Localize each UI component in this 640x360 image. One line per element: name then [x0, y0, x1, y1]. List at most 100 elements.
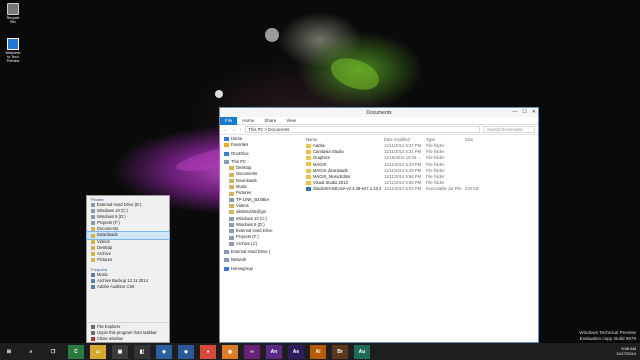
file-name-text: MAGIX_MusicEditor	[313, 173, 351, 179]
taskbar-task-view-button[interactable]: ❐	[46, 344, 60, 359]
folder-icon	[306, 162, 311, 167]
wallpaper-splash	[326, 52, 384, 96]
taskbar-chrome-button[interactable]: ●	[200, 344, 216, 359]
taskbar-visual-studio-button[interactable]: ∞	[244, 344, 260, 359]
file-name-text: Visual Studio 2013	[313, 180, 348, 186]
folder-icon	[306, 150, 311, 155]
taskbar-audition-button[interactable]: Au	[354, 344, 370, 359]
system-clock[interactable]: 5:08 AM 11/17/2014	[616, 346, 636, 356]
nav-item-label: Network	[231, 257, 247, 263]
illustrator-icon: Ai	[315, 348, 321, 355]
visual-studio-icon: ∞	[250, 348, 254, 355]
desktop-icon-recycle-bin[interactable]: Recycle Bin	[4, 3, 22, 24]
nav-item-label: Favorites	[231, 142, 249, 148]
taskbar-store-button[interactable]: ▣	[112, 344, 128, 359]
jumplist-item[interactable]: Pictures	[87, 257, 169, 263]
navigation-pane: Home Favorites OneDrive This PC Desktop Docum…	[220, 136, 302, 342]
folder-icon	[306, 156, 311, 161]
homegroup-icon	[224, 266, 229, 271]
evaluation-watermark: Windows Technical Preview Evaluation cop…	[579, 330, 636, 342]
taskbar-after-effects-button[interactable]: Ae	[288, 344, 304, 359]
jar-file-icon	[306, 187, 311, 192]
folder-icon	[229, 210, 234, 215]
folder-icon	[91, 279, 95, 284]
file-name-text: Adobe	[313, 143, 326, 148]
file-name-text: MAGIX	[313, 161, 327, 167]
folder-icon	[306, 181, 311, 186]
address-bar[interactable]: This PC > Documents	[244, 126, 480, 133]
taskbar-firefox-button[interactable]: ◉	[222, 344, 238, 359]
taskbar-bridge-button[interactable]: Br	[332, 344, 348, 359]
folder-icon	[91, 239, 95, 244]
jumplist-item-label: Pictures	[97, 256, 113, 262]
drive-icon	[229, 235, 234, 240]
address-bar-row: ← → ↑ This PC > Documents Search Documen…	[220, 125, 538, 135]
drive-icon	[224, 250, 229, 255]
clock-date: 11/17/2014	[616, 351, 636, 356]
taskbar-camtasia-button[interactable]: C	[68, 344, 84, 359]
animate-icon: An	[270, 348, 278, 355]
file-name-text: Camtasia Studio	[313, 149, 344, 155]
taskbar-animate-button[interactable]: An	[266, 344, 282, 359]
folder-icon: ▭	[95, 348, 101, 355]
chrome-icon: ●	[206, 348, 210, 355]
network-drive-icon	[229, 197, 234, 202]
tab-share[interactable]: Share	[259, 117, 281, 125]
up-arrow-icon[interactable]: ↑	[239, 127, 242, 133]
jumplist-footer: File Explorer Unpin this program from tas…	[87, 321, 169, 342]
jumplist-item-label: Adobe Audition CS6	[97, 284, 135, 290]
jumplist-item[interactable]: Adobe Audition CS6	[87, 284, 169, 290]
taskbar-file-explorer-button[interactable]: ▭	[90, 344, 106, 359]
desktop-icon-welcome[interactable]: Welcome to Tech Preview	[4, 38, 22, 63]
back-arrow-icon[interactable]: ←	[223, 127, 228, 133]
jumplist-action[interactable]: Close window	[87, 336, 169, 342]
file-name: StudentHostCore-v2.3.28-en7.1.10.4	[304, 186, 384, 192]
folder-icon	[91, 324, 95, 329]
drive-icon	[229, 241, 234, 246]
tab-file[interactable]: File	[220, 116, 238, 125]
nav-item[interactable]: Network	[220, 257, 302, 263]
desktop-icon-label: Recycle Bin	[6, 16, 20, 24]
file-size: 240 KB	[465, 186, 479, 192]
search-input[interactable]: Search Documents	[483, 126, 535, 133]
file-date: 11/11/2014 6:00 PM	[384, 186, 422, 192]
minimize-button[interactable]: —	[512, 109, 517, 115]
window-titlebar[interactable]: Documents — ☐ ✕	[220, 108, 538, 117]
file-explorer-window[interactable]: Documents — ☐ ✕ File Home Share View ← →…	[219, 107, 539, 343]
camtasia-icon: C	[74, 348, 78, 355]
search-icon: ⌕	[29, 348, 33, 355]
nav-item[interactable]: Archive (J:)	[220, 241, 302, 247]
netbeans-icon: ◆	[184, 348, 188, 355]
file-row[interactable]: StudentHostCore-v2.3.28-en7.1.10.4 11/11/…	[304, 186, 538, 192]
home-icon	[224, 137, 229, 142]
column-header-name[interactable]: Name	[304, 136, 384, 143]
nav-item[interactable]: External Hard Drive (	[220, 249, 302, 255]
column-header-type[interactable]: Type	[426, 136, 465, 143]
taskbar-magix-button[interactable]: ◧	[134, 344, 150, 359]
taskbar-illustrator-button[interactable]: Ai	[310, 344, 326, 359]
nav-item-label: External Hard Drive (	[231, 249, 271, 255]
column-header-size[interactable]: Size	[465, 136, 495, 143]
close-button[interactable]: ✕	[532, 109, 536, 115]
taskbar-start-button[interactable]: ⊞	[2, 344, 16, 359]
nav-item[interactable]: OneDrive	[220, 151, 302, 157]
taskbar-virtualbox-button[interactable]: ◈	[156, 344, 172, 359]
nav-item[interactable]: Homegroup	[220, 266, 302, 272]
taskbar-search-button[interactable]: ⌕	[24, 344, 38, 359]
nav-item[interactable]: Favorites	[220, 142, 302, 148]
maximize-button[interactable]: ☐	[522, 109, 526, 115]
tab-home[interactable]: Home	[237, 117, 259, 125]
wallpaper-splash	[215, 90, 223, 98]
file-list: Name Date modified Type Size Adobe 11/11/…	[304, 136, 538, 342]
recycle-bin-icon	[7, 3, 19, 15]
after-effects-icon: Ae	[292, 348, 300, 355]
folder-icon	[229, 185, 234, 190]
column-header-date[interactable]: Date modified	[384, 136, 426, 143]
tab-view[interactable]: View	[281, 117, 301, 125]
store-icon: ▣	[117, 348, 123, 355]
drive-icon	[229, 229, 234, 234]
taskbar: ⊞ ⌕ ❐ C ▭ ▣ ◧ ◈ ◆ ● ◉ ∞ An Ae Ai Br Au 5:08 AM 11/17/201…	[0, 343, 640, 360]
drive-icon	[229, 223, 234, 227]
forward-arrow-icon[interactable]: →	[231, 127, 236, 133]
taskbar-netbeans-button[interactable]: ◆	[178, 344, 194, 359]
